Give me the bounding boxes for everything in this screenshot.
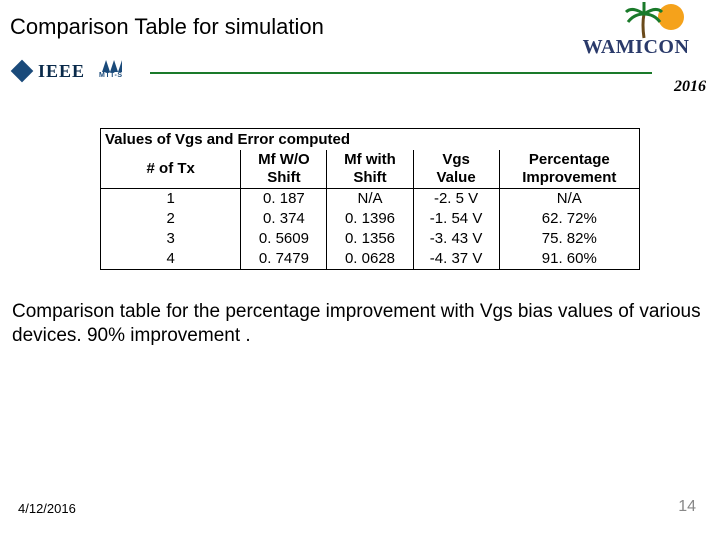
table-header-row: # of Tx Mf W/O Shift Mf with Shift Vgs V… [101, 150, 639, 189]
table-caption: Values of Vgs and Error computed [101, 129, 639, 150]
cell-tx: 1 [101, 189, 241, 210]
col-header-text: Shift [267, 169, 300, 186]
wamicon-logo: WAMICON [566, 2, 706, 64]
col-header-mf-wo: Mf W/O Shift [241, 150, 327, 189]
col-header-text: Value [436, 169, 475, 186]
table-row: 3 0. 5609 0. 1356 -3. 43 V 75. 82% [101, 229, 639, 249]
col-header-tx: # of Tx [101, 150, 241, 189]
table-row: 1 0. 187 N/A -2. 5 V N/A [101, 189, 639, 210]
cell-vgs: -2. 5 V [413, 189, 499, 210]
cell-tx: 3 [101, 229, 241, 249]
cell-mf-with: N/A [327, 189, 413, 210]
cell-pct: 62. 72% [499, 209, 639, 229]
col-header-text: Mf W/O [258, 151, 310, 168]
ieee-logo-text: IEEE [38, 61, 85, 82]
table-row: 4 0. 7479 0. 0628 -4. 37 V 91. 60% [101, 249, 639, 269]
comparison-table: Values of Vgs and Error computed # of Tx… [100, 128, 640, 270]
mtts-label: MTT-S [99, 72, 123, 79]
cell-tx: 4 [101, 249, 241, 269]
palm-tree-icon [624, 0, 664, 40]
ieee-diamond-icon [11, 60, 34, 83]
cell-tx: 2 [101, 209, 241, 229]
col-header-text: Improvement [522, 169, 616, 186]
mtts-wave-icon [102, 60, 122, 72]
mtts-logo: MTT-S [99, 60, 125, 82]
cell-vgs: -3. 43 V [413, 229, 499, 249]
col-header-text: Shift [353, 169, 386, 186]
cell-mf-wo: 0. 187 [241, 189, 327, 210]
col-header-text: Mf with [344, 151, 396, 168]
cell-mf-with: 0. 1356 [327, 229, 413, 249]
left-logos: IEEE MTT-S [14, 60, 125, 82]
cell-vgs: -4. 37 V [413, 249, 499, 269]
col-header-text: Percentage [529, 151, 610, 168]
cell-mf-wo: 0. 5609 [241, 229, 327, 249]
body-paragraph: Comparison table for the percentage impr… [12, 300, 702, 348]
footer-date: 4/12/2016 [18, 501, 76, 516]
cell-mf-with: 0. 0628 [327, 249, 413, 269]
cell-mf-wo: 0. 374 [241, 209, 327, 229]
slide: Comparison Table for simulation WAMICON … [0, 0, 720, 540]
cell-pct: N/A [499, 189, 639, 210]
col-header-pct: Percentage Improvement [499, 150, 639, 189]
cell-pct: 75. 82% [499, 229, 639, 249]
page-title: Comparison Table for simulation [10, 14, 324, 40]
year-label: 2016 [674, 78, 706, 96]
data-table: # of Tx Mf W/O Shift Mf with Shift Vgs V… [101, 150, 639, 269]
cell-mf-wo: 0. 7479 [241, 249, 327, 269]
col-header-text: Vgs [442, 151, 470, 168]
col-header-vgs: Vgs Value [413, 150, 499, 189]
cell-mf-with: 0. 1396 [327, 209, 413, 229]
cell-pct: 91. 60% [499, 249, 639, 269]
palm-sun-graphic [566, 2, 706, 38]
divider-line [150, 72, 652, 74]
table-row: 2 0. 374 0. 1396 -1. 54 V 62. 72% [101, 209, 639, 229]
col-header-mf-with: Mf with Shift [327, 150, 413, 189]
footer-page-number: 14 [678, 498, 696, 516]
cell-vgs: -1. 54 V [413, 209, 499, 229]
